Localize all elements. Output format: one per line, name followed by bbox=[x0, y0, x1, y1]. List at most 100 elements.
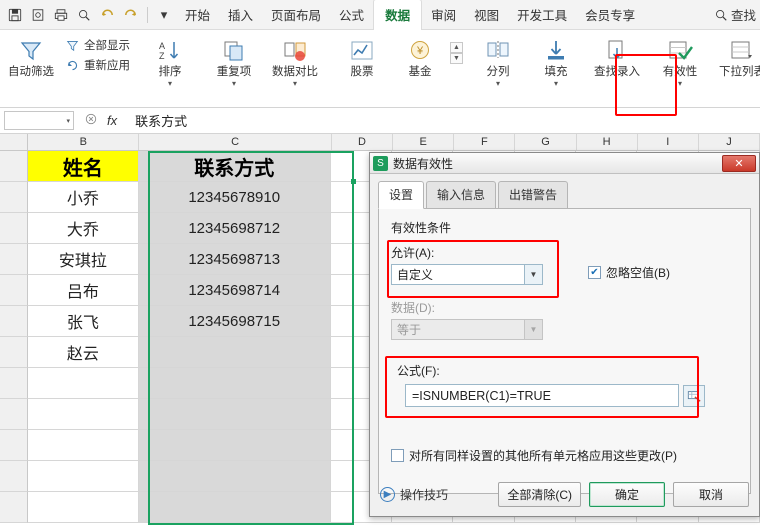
row-header[interactable] bbox=[0, 275, 29, 306]
cell-b[interactable]: 大乔 bbox=[28, 213, 139, 244]
row-header[interactable] bbox=[0, 306, 29, 337]
row-header[interactable] bbox=[0, 182, 29, 213]
tab-insert[interactable]: 插入 bbox=[219, 0, 262, 31]
dropdown-list-button[interactable]: 下拉列表 bbox=[711, 32, 760, 79]
chevron-down-icon[interactable]: ▼ bbox=[524, 320, 542, 339]
row-header[interactable] bbox=[0, 430, 29, 461]
range-picker-icon[interactable] bbox=[683, 384, 705, 407]
duplicate-button[interactable]: 重复项 ▾ bbox=[205, 32, 263, 88]
row-header[interactable] bbox=[0, 461, 29, 492]
cell-c[interactable] bbox=[138, 492, 331, 523]
search-icon[interactable] bbox=[73, 4, 95, 26]
cell-c[interactable]: 12345698713 bbox=[138, 244, 331, 275]
tab-input-message[interactable]: 输入信息 bbox=[426, 181, 497, 209]
tab-error-alert[interactable]: 出错警告 bbox=[498, 181, 569, 209]
chevron-down-icon[interactable]: ▼ bbox=[524, 265, 542, 284]
fund-button[interactable]: ¥ 基金 bbox=[391, 32, 449, 79]
undo-icon[interactable] bbox=[96, 4, 118, 26]
tab-page-layout[interactable]: 页面布局 bbox=[262, 0, 330, 31]
cell-b-name-header[interactable]: 姓名 bbox=[28, 151, 139, 182]
cell-b[interactable]: 小乔 bbox=[28, 182, 139, 213]
redo-icon[interactable] bbox=[119, 4, 141, 26]
apply-all-checkbox[interactable]: 对所有同样设置的其他所有单元格应用这些更改(P) bbox=[391, 447, 738, 464]
column-header-g[interactable]: G bbox=[515, 134, 577, 150]
cell-c[interactable] bbox=[138, 368, 331, 399]
row-header[interactable] bbox=[0, 244, 29, 275]
chevron-down-icon[interactable]: ▾ bbox=[168, 79, 172, 88]
cell-b[interactable] bbox=[28, 368, 139, 399]
tab-view[interactable]: 视图 bbox=[465, 0, 508, 31]
cell-b[interactable] bbox=[28, 492, 139, 523]
cell-b[interactable] bbox=[28, 430, 139, 461]
formula-field[interactable]: =ISNUMBER(C1)=TRUE bbox=[405, 384, 679, 407]
grid-corner[interactable] bbox=[0, 134, 29, 150]
tab-member[interactable]: 会员专享 bbox=[576, 0, 644, 31]
cell-b[interactable]: 安琪拉 bbox=[28, 244, 139, 275]
data-select[interactable]: 等于 ▼ bbox=[391, 319, 543, 340]
save-icon[interactable] bbox=[4, 4, 26, 26]
cell-c[interactable] bbox=[138, 399, 331, 430]
show-all-button[interactable]: 全部显示 bbox=[60, 35, 135, 55]
chevron-down-icon[interactable]: ▾ bbox=[496, 79, 500, 88]
clear-all-button[interactable]: 全部清除(C) bbox=[498, 482, 581, 507]
stock-button[interactable]: 股票 bbox=[333, 32, 391, 79]
cancel-x-icon[interactable] bbox=[84, 112, 98, 129]
find-entry-button[interactable]: 查找录入 bbox=[585, 32, 649, 79]
cell-c[interactable] bbox=[138, 430, 331, 461]
close-icon[interactable]: ✕ bbox=[722, 154, 756, 172]
tab-data[interactable]: 数据 bbox=[373, 0, 423, 32]
tab-review[interactable]: 审阅 bbox=[422, 0, 465, 31]
tab-settings[interactable]: 设置 bbox=[378, 181, 425, 209]
cell-b[interactable] bbox=[28, 399, 139, 430]
chevron-down-icon[interactable]: ▾ bbox=[66, 117, 70, 125]
row-header[interactable] bbox=[0, 151, 29, 182]
split-columns-button[interactable]: 分列 ▾ bbox=[469, 32, 527, 88]
ribbon-search[interactable]: 查找 bbox=[714, 5, 756, 24]
spinner-up[interactable]: ▲ bbox=[450, 42, 463, 53]
cell-b[interactable] bbox=[28, 461, 139, 492]
column-header-f[interactable]: F bbox=[454, 134, 516, 150]
sort-button[interactable]: AZ 排序 ▾ bbox=[141, 32, 199, 88]
validation-button[interactable]: 有效性 ▾ bbox=[649, 32, 711, 88]
cancel-button[interactable]: 取消 bbox=[673, 482, 749, 507]
tab-dev-tools[interactable]: 开发工具 bbox=[508, 0, 576, 31]
fx-icon[interactable]: fx bbox=[107, 113, 117, 128]
column-header-e[interactable]: E bbox=[393, 134, 455, 150]
spinner-down[interactable]: ▼ bbox=[450, 53, 463, 64]
print-icon[interactable] bbox=[50, 4, 72, 26]
chevron-down-icon[interactable]: ▾ bbox=[153, 4, 175, 26]
print-preview-icon[interactable] bbox=[27, 4, 49, 26]
column-header-d[interactable]: D bbox=[332, 134, 394, 150]
row-header[interactable] bbox=[0, 337, 29, 368]
selection-fill-handle[interactable] bbox=[351, 179, 356, 184]
name-box[interactable]: ▾ bbox=[4, 111, 74, 130]
ok-button[interactable]: 确定 bbox=[589, 482, 665, 507]
dialog-title-bar[interactable]: S 数据有效性 ✕ bbox=[370, 153, 759, 174]
cell-b[interactable]: 赵云 bbox=[28, 337, 139, 368]
data-compare-button[interactable]: 数据对比 ▾ bbox=[263, 32, 327, 88]
cell-c[interactable]: 12345698714 bbox=[138, 275, 331, 306]
fill-button[interactable]: 填充 ▾ bbox=[527, 32, 585, 88]
auto-filter-button[interactable]: 自动筛选 bbox=[2, 32, 60, 79]
cell-c[interactable] bbox=[138, 337, 331, 368]
cell-c[interactable]: 12345698715 bbox=[138, 306, 331, 337]
tips-link[interactable]: ▶ 操作技巧 bbox=[380, 486, 448, 503]
chevron-down-icon[interactable]: ▾ bbox=[232, 79, 236, 88]
tab-start[interactable]: 开始 bbox=[176, 0, 219, 31]
row-header[interactable] bbox=[0, 368, 29, 399]
row-header[interactable] bbox=[0, 399, 29, 430]
column-header-i[interactable]: I bbox=[638, 134, 699, 150]
chevron-down-icon[interactable]: ▾ bbox=[293, 79, 297, 88]
chevron-down-icon[interactable]: ▾ bbox=[678, 79, 682, 88]
column-header-b[interactable]: B bbox=[28, 134, 140, 150]
cell-b[interactable]: 吕布 bbox=[28, 275, 139, 306]
reapply-button[interactable]: 重新应用 bbox=[60, 55, 135, 75]
column-header-c[interactable]: C bbox=[139, 134, 332, 150]
cell-b[interactable]: 张飞 bbox=[28, 306, 139, 337]
tab-formula[interactable]: 公式 bbox=[330, 0, 373, 31]
column-header-h[interactable]: H bbox=[577, 134, 638, 150]
chevron-down-icon[interactable]: ▾ bbox=[554, 79, 558, 88]
cell-c-contact-header[interactable]: 联系方式 bbox=[138, 151, 331, 182]
cell-c[interactable] bbox=[138, 461, 331, 492]
column-header-j[interactable]: J bbox=[699, 134, 760, 150]
